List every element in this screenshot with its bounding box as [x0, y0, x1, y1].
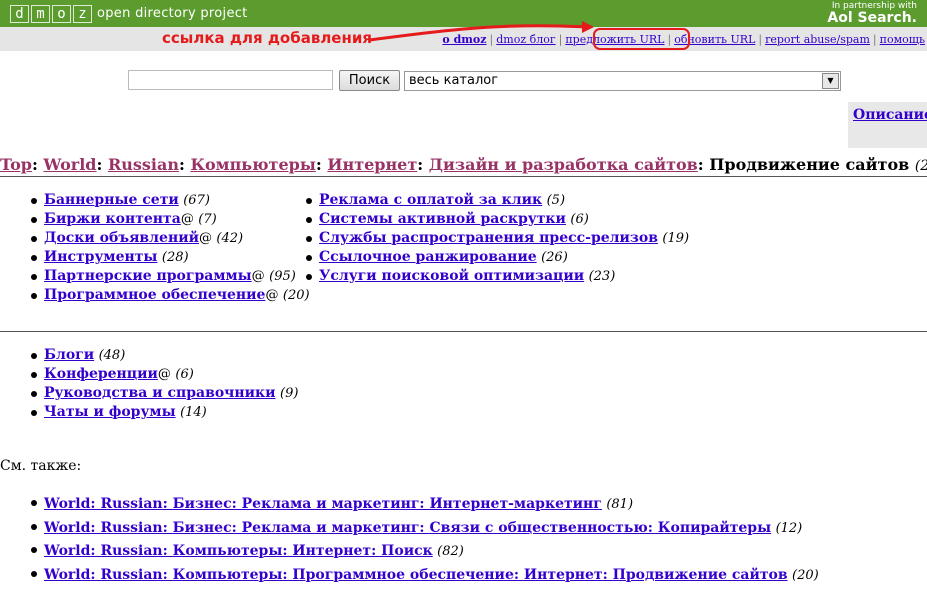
- list-item: World: Russian: Бизнес: Реклама и маркет…: [30, 517, 819, 541]
- item-count: (23): [588, 269, 616, 284]
- category-list-left: Баннерные сети (67) Биржи контента@ (7) До…: [30, 191, 310, 305]
- nav-help-link[interactable]: помощь: [880, 33, 925, 46]
- list-item: Реклама с оплатой за клик (5): [305, 191, 689, 210]
- category-link[interactable]: World: Russian: Бизнес: Реклама и маркет…: [44, 496, 602, 512]
- breadcrumb: Top: World: Russian: Компьютеры: Интерне…: [0, 155, 927, 174]
- nav-about-link[interactable]: o dmoz: [442, 33, 486, 46]
- breadcrumb-russian[interactable]: Russian: [108, 155, 179, 174]
- item-count: (42): [216, 231, 244, 246]
- item-count: (26): [541, 250, 568, 265]
- annotation-highlight-ring: [593, 28, 690, 50]
- nav-report-abuse-link[interactable]: report abuse/spam: [765, 33, 870, 46]
- item-count: (81): [606, 497, 634, 512]
- item-count: (9): [280, 386, 299, 401]
- category-link[interactable]: Инструменты: [44, 249, 157, 265]
- list-item: Чаты и форумы (14): [30, 403, 298, 422]
- breadcrumb-web-design[interactable]: Дизайн и разработка сайтов: [429, 155, 698, 174]
- category-link[interactable]: Программное обеспечение: [44, 287, 265, 303]
- item-count: (82): [437, 544, 464, 559]
- see-also-list: World: Russian: Бизнес: Реклама и маркет…: [30, 493, 819, 587]
- category-link[interactable]: Доски объявлений: [44, 230, 199, 246]
- item-count: (7): [198, 212, 217, 227]
- list-item: Системы активной раскрутки (6): [305, 210, 689, 229]
- search-scope-select[interactable]: весь каталог ▼: [404, 71, 841, 91]
- category-link[interactable]: Службы распространения пресс-релизов: [319, 230, 658, 246]
- item-count: (20): [792, 567, 819, 583]
- category-link[interactable]: Биржи контента: [44, 211, 181, 227]
- list-item: Блоги (48): [30, 346, 298, 365]
- category-link[interactable]: Конференции: [44, 366, 158, 382]
- item-count: (20): [282, 288, 310, 303]
- page-count: (247): [914, 158, 927, 174]
- divider: [0, 176, 927, 177]
- list-item: Доски объявлений@ (42): [30, 229, 310, 248]
- item-count: (12): [775, 520, 803, 536]
- description-link[interactable]: Описание: [853, 107, 927, 123]
- nav-blog-link[interactable]: dmoz блог: [496, 33, 555, 46]
- page-title: Продвижение сайтов: [709, 155, 910, 174]
- search-input[interactable]: [128, 70, 333, 90]
- category-link[interactable]: Реклама с оплатой за клик: [319, 192, 542, 208]
- item-count: (67): [183, 193, 210, 208]
- list-item: Баннерные сети (67): [30, 191, 310, 210]
- list-item: Программное обеспечение@ (20): [30, 286, 310, 305]
- alias-marker: @: [251, 269, 265, 284]
- category-link[interactable]: Ссылочное ранжирование: [319, 249, 537, 265]
- item-count: (6): [570, 212, 589, 227]
- search-button[interactable]: Поиск: [339, 70, 400, 91]
- item-count: (14): [180, 405, 207, 420]
- alias-marker: @: [265, 288, 279, 303]
- breadcrumb-internet[interactable]: Интернет: [327, 155, 417, 174]
- search-scope-value: весь каталог: [409, 73, 499, 88]
- breadcrumb-top[interactable]: Top: [0, 155, 32, 174]
- category-link[interactable]: Баннерные сети: [44, 192, 179, 208]
- breadcrumb-computers[interactable]: Компьютеры: [190, 155, 315, 174]
- item-count: (28): [161, 250, 189, 265]
- list-item: World: Russian: Компьютеры: Интернет: По…: [30, 540, 819, 564]
- divider: [0, 331, 927, 332]
- item-count: (6): [175, 367, 194, 382]
- item-count: (5): [546, 193, 566, 208]
- category-link[interactable]: Чаты и форумы: [44, 404, 176, 420]
- list-item: Конференции@ (6): [30, 365, 298, 384]
- item-count: (95): [269, 269, 296, 284]
- list-item: Биржи контента@ (7): [30, 210, 310, 229]
- alias-marker: @: [157, 367, 171, 382]
- alias-marker: @: [180, 212, 194, 227]
- category-link[interactable]: Услуги поисковой оптимизации: [319, 268, 584, 284]
- annotation-arrow-icon: [369, 21, 594, 42]
- category-link[interactable]: Руководства и справочники: [44, 385, 276, 401]
- list-item: Службы распространения пресс-релизов (19…: [305, 229, 689, 248]
- breadcrumb-world[interactable]: World: [43, 155, 96, 174]
- item-count: (48): [98, 348, 126, 363]
- see-also-label: См. также:: [0, 458, 82, 474]
- category-list-right: Реклама с оплатой за клик (5) Системы акт…: [305, 191, 689, 286]
- category-link[interactable]: World: Russian: Компьютеры: Интернет: По…: [44, 543, 433, 559]
- category-list-other: Блоги (48) Конференции@ (6) Руководства и …: [30, 346, 298, 422]
- list-item: Инструменты (28): [30, 248, 310, 267]
- chevron-down-icon[interactable]: ▼: [822, 73, 839, 89]
- category-link[interactable]: Партнерские программы: [44, 268, 252, 284]
- category-link[interactable]: World: Russian: Бизнес: Реклама и маркет…: [44, 520, 771, 536]
- list-item: Ссылочное ранжирование (26): [305, 248, 689, 267]
- list-item: World: Russian: Бизнес: Реклама и маркет…: [30, 493, 819, 517]
- category-link[interactable]: World: Russian: Компьютеры: Программное …: [44, 567, 788, 583]
- list-item: World: Russian: Компьютеры: Программное …: [30, 564, 819, 588]
- list-item: Партнерские программы@ (95): [30, 267, 310, 286]
- list-item: Услуги поисковой оптимизации (23): [305, 267, 689, 286]
- category-link[interactable]: Системы активной раскрутки: [319, 211, 566, 227]
- list-item: Руководства и справочники (9): [30, 384, 298, 403]
- alias-marker: @: [198, 231, 212, 246]
- category-link[interactable]: Блоги: [44, 347, 94, 363]
- item-count: (19): [662, 231, 690, 246]
